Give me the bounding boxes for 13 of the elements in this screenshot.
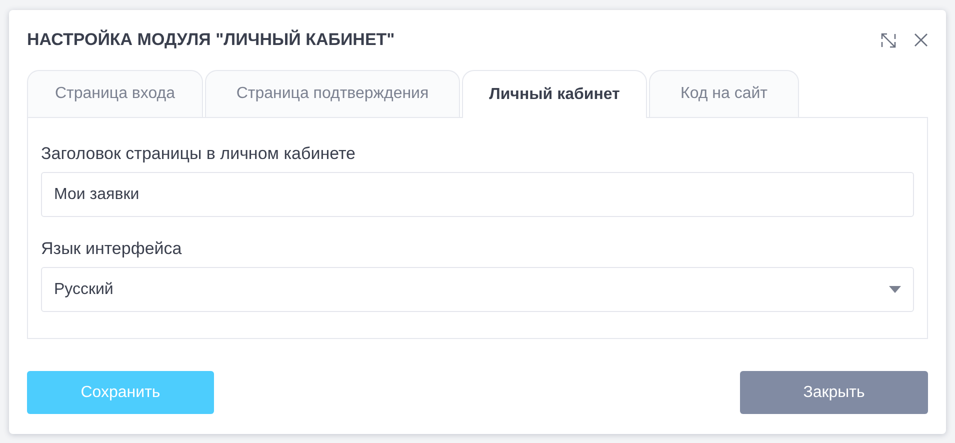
tab[interactable]: Страница входа bbox=[27, 70, 203, 117]
field-label: Язык интерфейса bbox=[41, 239, 183, 259]
dialog-title: НАСТРОЙКА МОДУЛЯ "ЛИЧНЫЙ КАБИНЕТ" bbox=[27, 30, 395, 50]
expand-icon[interactable] bbox=[881, 32, 896, 48]
tab[interactable]: Страница подтверждения bbox=[205, 70, 460, 117]
dropdown-field[interactable]: Русский bbox=[41, 267, 914, 312]
tab[interactable]: Код на сайт bbox=[649, 70, 799, 117]
caret-icon bbox=[889, 286, 901, 293]
tab[interactable]: Личный кабинет bbox=[462, 70, 647, 118]
close-button[interactable]: Закрыть bbox=[740, 371, 928, 414]
close-icon[interactable] bbox=[914, 33, 928, 47]
field-label: Заголовок страницы в личном кабинете bbox=[41, 144, 357, 164]
input-field[interactable]: Мои заявки bbox=[41, 172, 914, 217]
